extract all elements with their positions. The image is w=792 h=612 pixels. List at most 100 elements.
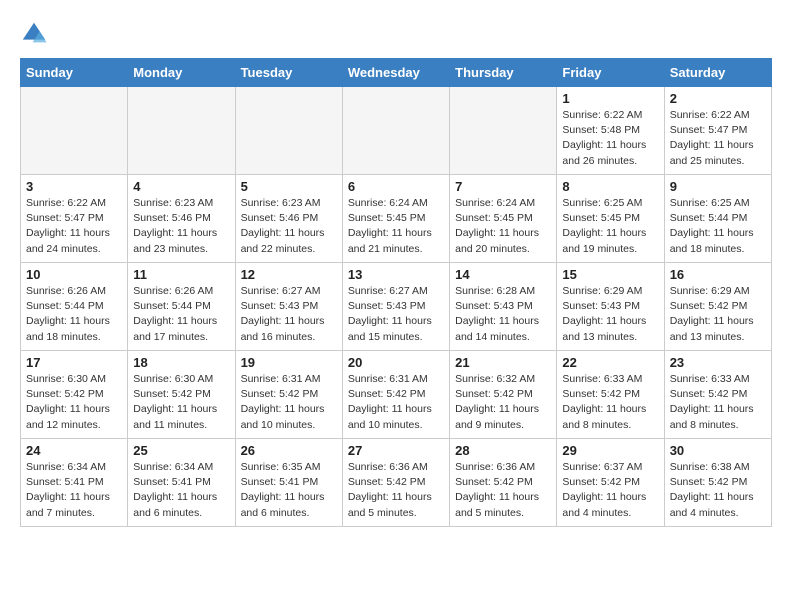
calendar-cell: 19 Sunrise: 6:31 AM Sunset: 5:42 PM Dayli… (235, 351, 342, 439)
calendar-cell (128, 87, 235, 175)
calendar-cell: 12 Sunrise: 6:27 AM Sunset: 5:43 PM Dayli… (235, 263, 342, 351)
weekday-header-sunday: Sunday (21, 59, 128, 87)
day-info: Sunrise: 6:36 AM Sunset: 5:42 PM Dayligh… (348, 460, 444, 521)
weekday-header-monday: Monday (128, 59, 235, 87)
day-number: 26 (241, 443, 337, 458)
day-number: 22 (562, 355, 658, 370)
day-info: Sunrise: 6:25 AM Sunset: 5:44 PM Dayligh… (670, 196, 766, 257)
day-info: Sunrise: 6:27 AM Sunset: 5:43 PM Dayligh… (241, 284, 337, 345)
day-number: 12 (241, 267, 337, 282)
day-info: Sunrise: 6:24 AM Sunset: 5:45 PM Dayligh… (348, 196, 444, 257)
calendar-cell: 5 Sunrise: 6:23 AM Sunset: 5:46 PM Daylig… (235, 175, 342, 263)
day-info: Sunrise: 6:34 AM Sunset: 5:41 PM Dayligh… (133, 460, 229, 521)
calendar-cell: 29 Sunrise: 6:37 AM Sunset: 5:42 PM Dayli… (557, 439, 664, 527)
day-info: Sunrise: 6:23 AM Sunset: 5:46 PM Dayligh… (133, 196, 229, 257)
day-number: 17 (26, 355, 122, 370)
calendar-cell (235, 87, 342, 175)
day-number: 5 (241, 179, 337, 194)
calendar-cell: 11 Sunrise: 6:26 AM Sunset: 5:44 PM Dayli… (128, 263, 235, 351)
calendar-cell: 23 Sunrise: 6:33 AM Sunset: 5:42 PM Dayli… (664, 351, 771, 439)
day-info: Sunrise: 6:23 AM Sunset: 5:46 PM Dayligh… (241, 196, 337, 257)
calendar-cell: 8 Sunrise: 6:25 AM Sunset: 5:45 PM Daylig… (557, 175, 664, 263)
day-number: 13 (348, 267, 444, 282)
calendar-cell: 2 Sunrise: 6:22 AM Sunset: 5:47 PM Daylig… (664, 87, 771, 175)
day-number: 24 (26, 443, 122, 458)
day-number: 20 (348, 355, 444, 370)
day-number: 6 (348, 179, 444, 194)
day-info: Sunrise: 6:33 AM Sunset: 5:42 PM Dayligh… (670, 372, 766, 433)
day-info: Sunrise: 6:37 AM Sunset: 5:42 PM Dayligh… (562, 460, 658, 521)
day-number: 9 (670, 179, 766, 194)
day-info: Sunrise: 6:22 AM Sunset: 5:48 PM Dayligh… (562, 108, 658, 169)
calendar-cell: 28Sunrise: 6:36 AM Sunset: 5:42 PM Dayli… (450, 439, 557, 527)
day-number: 2 (670, 91, 766, 106)
day-info: Sunrise: 6:30 AM Sunset: 5:42 PM Dayligh… (26, 372, 122, 433)
day-info: Sunrise: 6:33 AM Sunset: 5:42 PM Dayligh… (562, 372, 658, 433)
weekday-header-row: SundayMondayTuesdayWednesdayThursdayFrid… (21, 59, 772, 87)
calendar-cell: 25Sunrise: 6:34 AM Sunset: 5:41 PM Dayli… (128, 439, 235, 527)
day-info: Sunrise: 6:36 AM Sunset: 5:42 PM Dayligh… (455, 460, 551, 521)
weekday-header-tuesday: Tuesday (235, 59, 342, 87)
day-info: Sunrise: 6:26 AM Sunset: 5:44 PM Dayligh… (133, 284, 229, 345)
calendar-cell: 4 Sunrise: 6:23 AM Sunset: 5:46 PM Daylig… (128, 175, 235, 263)
calendar-cell: 16Sunrise: 6:29 AM Sunset: 5:42 PM Dayli… (664, 263, 771, 351)
day-number: 29 (562, 443, 658, 458)
calendar-week-2: 3 Sunrise: 6:22 AM Sunset: 5:47 PM Daylig… (21, 175, 772, 263)
day-number: 4 (133, 179, 229, 194)
calendar-week-1: 1 Sunrise: 6:22 AM Sunset: 5:48 PM Daylig… (21, 87, 772, 175)
calendar-cell: 26 Sunrise: 6:35 AM Sunset: 5:41 PM Dayli… (235, 439, 342, 527)
calendar-cell: 21Sunrise: 6:32 AM Sunset: 5:42 PM Dayli… (450, 351, 557, 439)
day-number: 21 (455, 355, 551, 370)
day-info: Sunrise: 6:28 AM Sunset: 5:43 PM Dayligh… (455, 284, 551, 345)
day-number: 18 (133, 355, 229, 370)
logo (20, 20, 52, 48)
calendar-cell: 6 Sunrise: 6:24 AM Sunset: 5:45 PM Daylig… (342, 175, 449, 263)
calendar-cell: 3 Sunrise: 6:22 AM Sunset: 5:47 PM Daylig… (21, 175, 128, 263)
logo-icon (20, 20, 48, 48)
day-number: 1 (562, 91, 658, 106)
calendar-cell: 24 Sunrise: 6:34 AM Sunset: 5:41 PM Dayli… (21, 439, 128, 527)
calendar-cell: 10 Sunrise: 6:26 AM Sunset: 5:44 PM Dayli… (21, 263, 128, 351)
day-info: Sunrise: 6:29 AM Sunset: 5:42 PM Dayligh… (670, 284, 766, 345)
day-info: Sunrise: 6:30 AM Sunset: 5:42 PM Dayligh… (133, 372, 229, 433)
calendar-cell: 14Sunrise: 6:28 AM Sunset: 5:43 PM Dayli… (450, 263, 557, 351)
day-info: Sunrise: 6:31 AM Sunset: 5:42 PM Dayligh… (241, 372, 337, 433)
day-info: Sunrise: 6:26 AM Sunset: 5:44 PM Dayligh… (26, 284, 122, 345)
day-info: Sunrise: 6:34 AM Sunset: 5:41 PM Dayligh… (26, 460, 122, 521)
calendar-cell: 13 Sunrise: 6:27 AM Sunset: 5:43 PM Dayli… (342, 263, 449, 351)
calendar-cell: 7 Sunrise: 6:24 AM Sunset: 5:45 PM Daylig… (450, 175, 557, 263)
calendar-cell (450, 87, 557, 175)
header (20, 20, 772, 48)
day-number: 3 (26, 179, 122, 194)
day-number: 7 (455, 179, 551, 194)
calendar-cell: 9 Sunrise: 6:25 AM Sunset: 5:44 PM Daylig… (664, 175, 771, 263)
day-info: Sunrise: 6:22 AM Sunset: 5:47 PM Dayligh… (670, 108, 766, 169)
day-info: Sunrise: 6:25 AM Sunset: 5:45 PM Dayligh… (562, 196, 658, 257)
day-info: Sunrise: 6:22 AM Sunset: 5:47 PM Dayligh… (26, 196, 122, 257)
day-number: 11 (133, 267, 229, 282)
day-number: 19 (241, 355, 337, 370)
day-number: 30 (670, 443, 766, 458)
day-number: 15 (562, 267, 658, 282)
weekday-header-wednesday: Wednesday (342, 59, 449, 87)
day-info: Sunrise: 6:38 AM Sunset: 5:42 PM Dayligh… (670, 460, 766, 521)
weekday-header-friday: Friday (557, 59, 664, 87)
calendar-cell: 20 Sunrise: 6:31 AM Sunset: 5:42 PM Dayli… (342, 351, 449, 439)
day-number: 27 (348, 443, 444, 458)
calendar-cell: 18 Sunrise: 6:30 AM Sunset: 5:42 PM Dayli… (128, 351, 235, 439)
day-info: Sunrise: 6:31 AM Sunset: 5:42 PM Dayligh… (348, 372, 444, 433)
calendar-cell: 27 Sunrise: 6:36 AM Sunset: 5:42 PM Dayli… (342, 439, 449, 527)
calendar-cell (21, 87, 128, 175)
day-number: 10 (26, 267, 122, 282)
day-info: Sunrise: 6:29 AM Sunset: 5:43 PM Dayligh… (562, 284, 658, 345)
weekday-header-saturday: Saturday (664, 59, 771, 87)
day-number: 8 (562, 179, 658, 194)
calendar-week-3: 10 Sunrise: 6:26 AM Sunset: 5:44 PM Dayli… (21, 263, 772, 351)
day-number: 23 (670, 355, 766, 370)
calendar-cell: 30 Sunrise: 6:38 AM Sunset: 5:42 PM Dayli… (664, 439, 771, 527)
day-info: Sunrise: 6:35 AM Sunset: 5:41 PM Dayligh… (241, 460, 337, 521)
weekday-header-thursday: Thursday (450, 59, 557, 87)
day-info: Sunrise: 6:24 AM Sunset: 5:45 PM Dayligh… (455, 196, 551, 257)
calendar-cell: 15 Sunrise: 6:29 AM Sunset: 5:43 PM Dayli… (557, 263, 664, 351)
day-info: Sunrise: 6:27 AM Sunset: 5:43 PM Dayligh… (348, 284, 444, 345)
